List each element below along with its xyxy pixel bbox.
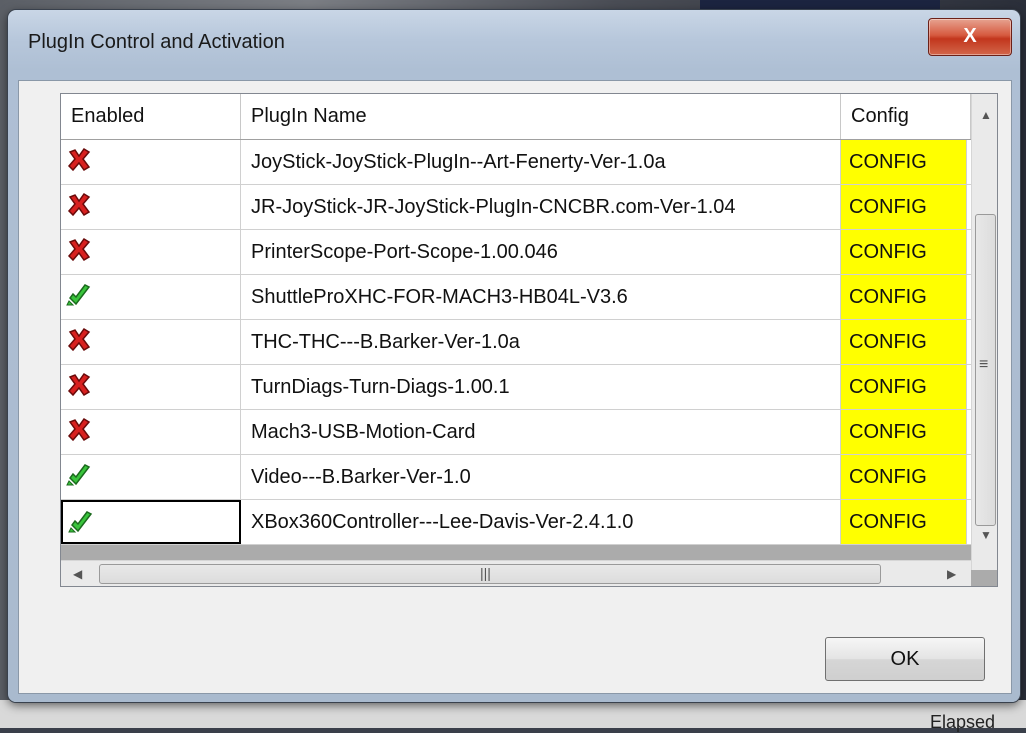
config-button[interactable]: CONFIG: [841, 500, 967, 544]
config-button[interactable]: CONFIG: [841, 275, 967, 319]
enabled-cell[interactable]: [61, 185, 241, 229]
plugin-name-cell[interactable]: THC-THC---B.Barker-Ver-1.0a: [241, 320, 841, 364]
table-row[interactable]: JR-JoyStick-JR-JoyStick-PlugIn-CNCBR.com…: [61, 185, 971, 230]
table-row[interactable]: PrinterScope-Port-Scope-1.00.046 CONFIG: [61, 230, 971, 275]
plugin-name-cell[interactable]: TurnDiags-Turn-Diags-1.00.1: [241, 365, 841, 409]
enabled-cell[interactable]: [61, 320, 241, 364]
enabled-cell[interactable]: [61, 275, 241, 319]
config-button[interactable]: CONFIG: [841, 455, 967, 499]
scroll-up-icon[interactable]: ▲: [980, 108, 992, 122]
config-button[interactable]: CONFIG: [841, 140, 967, 184]
ok-button[interactable]: OK: [825, 637, 985, 681]
plugin-name-cell[interactable]: JoyStick-JoyStick-PlugIn--Art-Fenerty-Ve…: [241, 140, 841, 184]
scroll-right-icon[interactable]: ▶: [947, 567, 956, 581]
plugin-name-cell[interactable]: PrinterScope-Port-Scope-1.00.046: [241, 230, 841, 274]
column-header-plugin-name[interactable]: PlugIn Name: [241, 94, 841, 139]
enabled-cell[interactable]: [61, 500, 241, 544]
enabled-cell[interactable]: [61, 365, 241, 409]
column-header-config[interactable]: Config: [841, 94, 971, 139]
x-icon[interactable]: [65, 146, 93, 174]
close-button[interactable]: X: [928, 18, 1012, 56]
dialog-body: Enabled PlugIn Name Config JoyStick-JoyS…: [18, 80, 1012, 694]
table-row[interactable]: ShuttleProXHC-FOR-MACH3-HB04L-V3.6 CONFIG: [61, 275, 971, 320]
enabled-cell[interactable]: [61, 455, 241, 499]
x-icon[interactable]: [65, 191, 93, 219]
plugin-name-cell[interactable]: JR-JoyStick-JR-JoyStick-PlugIn-CNCBR.com…: [241, 185, 841, 229]
vertical-scrollbar[interactable]: ▲ ≡ ▼: [971, 94, 997, 570]
scroll-left-icon[interactable]: ◀: [73, 567, 82, 581]
table-row[interactable]: TurnDiags-Turn-Diags-1.00.1 CONFIG: [61, 365, 971, 410]
enabled-cell[interactable]: [61, 230, 241, 274]
table-row[interactable]: Mach3-USB-Motion-Card CONFIG: [61, 410, 971, 455]
config-button[interactable]: CONFIG: [841, 185, 967, 229]
table-row[interactable]: Video---B.Barker-Ver-1.0 CONFIG: [61, 455, 971, 500]
x-icon[interactable]: [65, 326, 93, 354]
plugin-grid[interactable]: Enabled PlugIn Name Config JoyStick-JoyS…: [60, 93, 998, 587]
scroll-down-icon[interactable]: ▼: [980, 528, 992, 542]
plugin-name-cell[interactable]: Video---B.Barker-Ver-1.0: [241, 455, 841, 499]
config-button[interactable]: CONFIG: [841, 365, 967, 409]
config-button[interactable]: CONFIG: [841, 320, 967, 364]
table-row[interactable]: THC-THC---B.Barker-Ver-1.0a CONFIG: [61, 320, 971, 365]
check-icon[interactable]: [65, 461, 93, 489]
table-row[interactable]: JoyStick-JoyStick-PlugIn--Art-Fenerty-Ve…: [61, 140, 971, 185]
grip-icon: |||: [480, 565, 491, 581]
background-label: Elapsed: [930, 712, 996, 732]
x-icon[interactable]: [65, 236, 93, 264]
horizontal-scrollbar[interactable]: ◀ ||| ▶: [61, 560, 971, 586]
background-panel: [0, 700, 1026, 728]
enabled-cell[interactable]: [61, 410, 241, 454]
check-icon[interactable]: [65, 281, 93, 309]
config-button[interactable]: CONFIG: [841, 230, 967, 274]
config-button[interactable]: CONFIG: [841, 410, 967, 454]
plugin-dialog: PlugIn Control and Activation X Enabled …: [8, 10, 1020, 702]
grip-icon: ≡: [979, 356, 989, 373]
plugin-name-cell[interactable]: Mach3-USB-Motion-Card: [241, 410, 841, 454]
x-icon[interactable]: [65, 416, 93, 444]
horizontal-scroll-thumb[interactable]: |||: [99, 564, 881, 584]
dialog-title: PlugIn Control and Activation: [28, 31, 285, 53]
x-icon[interactable]: [65, 371, 93, 399]
enabled-cell[interactable]: [61, 140, 241, 184]
grid-header: Enabled PlugIn Name Config: [61, 94, 971, 140]
table-row[interactable]: XBox360Controller---Lee-Davis-Ver-2.4.1.…: [61, 500, 971, 545]
plugin-name-cell[interactable]: ShuttleProXHC-FOR-MACH3-HB04L-V3.6: [241, 275, 841, 319]
check-icon[interactable]: [67, 508, 95, 536]
column-header-enabled[interactable]: Enabled: [61, 94, 241, 139]
plugin-name-cell[interactable]: XBox360Controller---Lee-Davis-Ver-2.4.1.…: [241, 500, 841, 544]
